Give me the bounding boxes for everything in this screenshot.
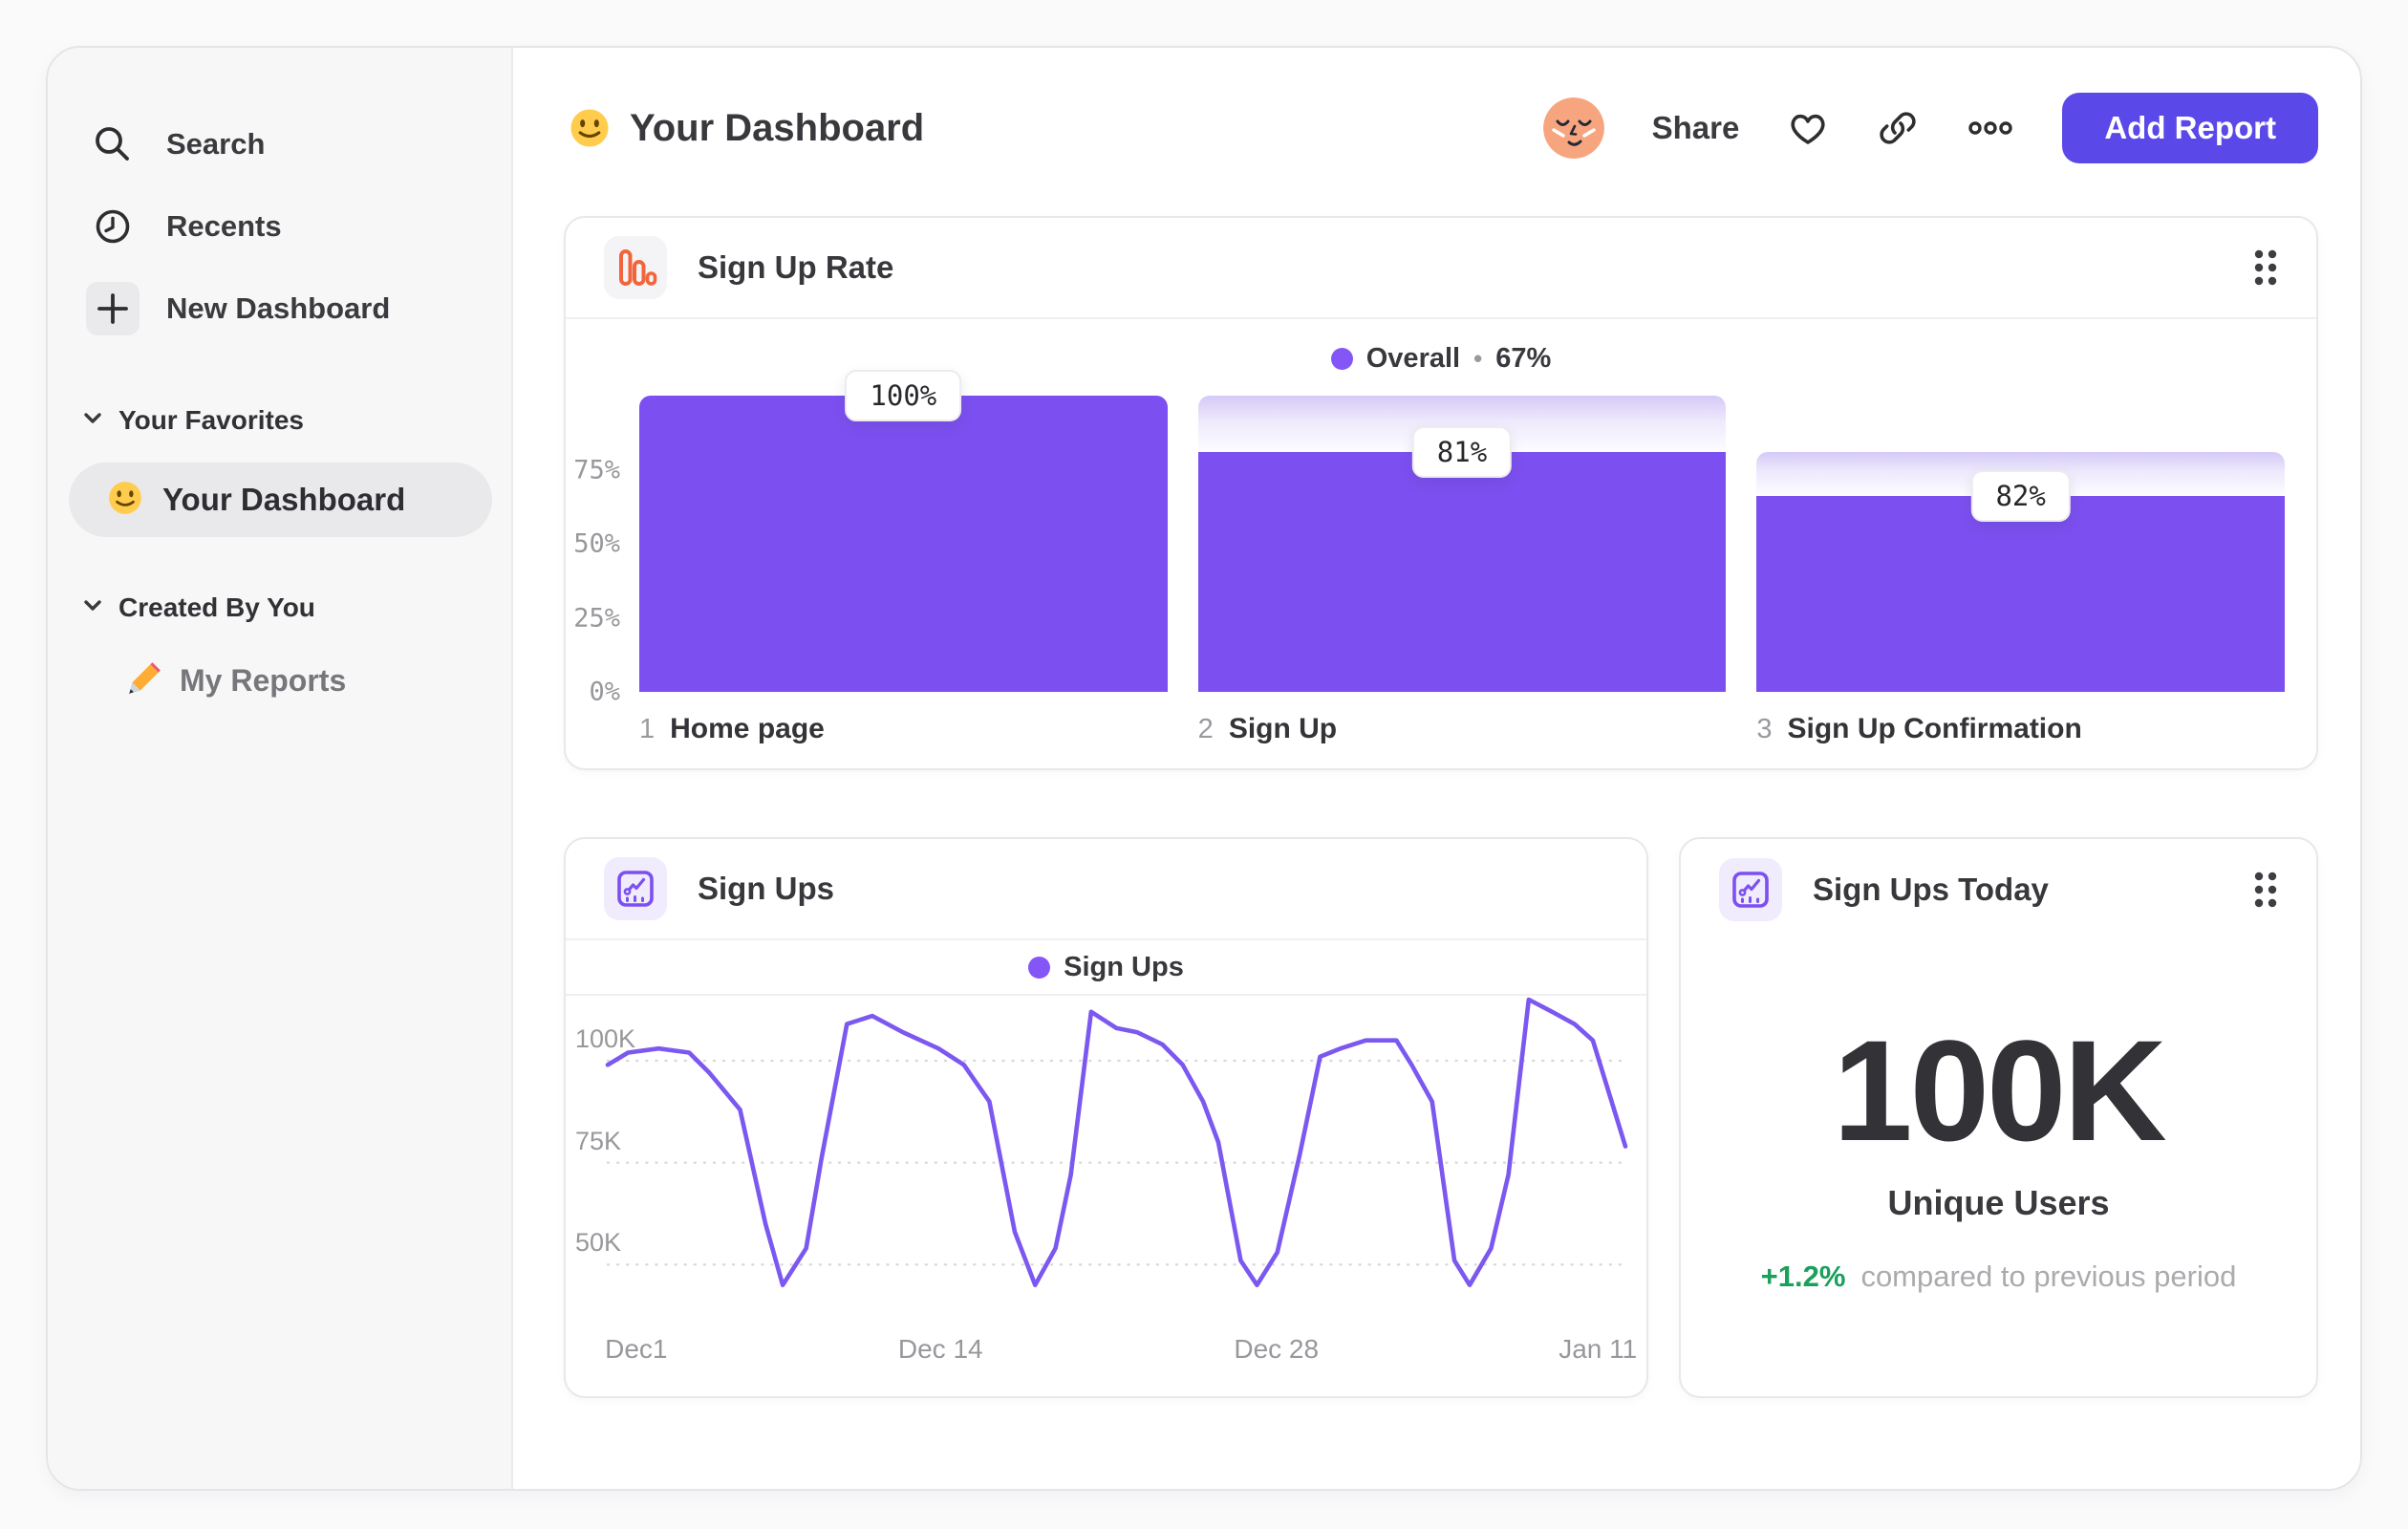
- sidebar-section-created-by-you[interactable]: Created By You: [82, 587, 492, 629]
- funnel-value-tooltip: 82%: [1970, 470, 2071, 523]
- dashboard-header: Your Dashboard Share Add Report: [569, 90, 2318, 166]
- step-number: 3: [1756, 714, 1773, 744]
- step-number: 2: [1197, 714, 1214, 744]
- x-axis-tick: Dec 14: [897, 1334, 983, 1364]
- main-content: Your Dashboard Share Add Report Sign Up …: [513, 48, 2360, 1489]
- funnel-step-label: 2 Sign Up: [1198, 713, 1727, 745]
- metric-body: 100K Unique Users +1.2% compared to prev…: [1681, 940, 2316, 1294]
- section-title: Your Favorites: [118, 405, 304, 435]
- step-name: Sign Up Confirmation: [1787, 713, 2082, 744]
- favorite-heart-icon[interactable]: [1787, 108, 1829, 148]
- sign-up-rate-card: Sign Up Rate Overall • 67% 75% 50% 25% 0…: [564, 216, 2318, 770]
- sidebar-item-my-reports[interactable]: My Reports: [126, 654, 492, 707]
- legend-value: 67%: [1495, 342, 1552, 374]
- legend-dot: [1330, 347, 1353, 370]
- step-name: Home page: [670, 713, 825, 744]
- funnel-bar-solid: [1197, 451, 1727, 692]
- user-avatar[interactable]: [1542, 97, 1604, 159]
- sidebar-item-recents[interactable]: Recents: [69, 185, 492, 268]
- drag-handle-icon[interactable]: [2253, 248, 2278, 287]
- dashboard-row-2: Sign Ups Sign Ups 100K 75K 50K Dec1 Dec …: [564, 837, 2318, 1398]
- smiley-emoji-icon: [107, 480, 143, 521]
- sidebar-item-label: Recents: [166, 209, 282, 243]
- metric-label: Unique Users: [1887, 1183, 2110, 1222]
- sidebar-item-label: Your Dashboard: [162, 482, 406, 517]
- card-header: Sign Ups: [566, 839, 1646, 940]
- smiley-emoji-icon: [569, 107, 611, 149]
- page-title: Your Dashboard: [630, 106, 925, 149]
- chevron-down-icon: [82, 598, 103, 618]
- sidebar-item-label: My Reports: [180, 662, 347, 698]
- signups-line-svg: [605, 997, 1628, 1288]
- header-actions: Share Add Report: [1542, 93, 2318, 163]
- legend-separator: •: [1473, 343, 1483, 373]
- x-axis-tick: Dec1: [605, 1334, 668, 1364]
- y-axis-tick: 75%: [573, 455, 620, 485]
- funnel-bar-solid: [639, 396, 1168, 692]
- sidebar-item-your-dashboard[interactable]: Your Dashboard: [69, 463, 492, 537]
- card-header: Sign Ups Today: [1681, 839, 2316, 940]
- app-window: Search Recents New Dashboard Your Favori…: [46, 46, 2362, 1491]
- sidebar-item-label: Search: [166, 127, 266, 161]
- card-title: Sign Ups: [698, 871, 835, 906]
- step-number: 1: [639, 714, 656, 744]
- plus-icon: [86, 282, 140, 335]
- sign-ups-line-chart: 100K 75K 50K: [575, 996, 1628, 1311]
- card-title: Sign Up Rate: [698, 249, 894, 285]
- card-title: Sign Ups Today: [1813, 872, 2049, 907]
- sidebar-section-your-favorites[interactable]: Your Favorites: [82, 399, 492, 441]
- y-axis-tick: 25%: [573, 603, 620, 633]
- share-button[interactable]: Share: [1652, 110, 1740, 146]
- x-axis-tick: Dec 28: [1234, 1334, 1320, 1364]
- step-name: Sign Up: [1228, 713, 1338, 744]
- funnel-bar-sign-up-confirmation: 82%: [1756, 396, 2286, 692]
- funnel-value-tooltip: 81%: [1411, 425, 1513, 478]
- legend-label: Sign Ups: [1064, 951, 1184, 982]
- clock-icon: [86, 200, 140, 253]
- funnel-chart: 75% 50% 25% 0% 100% 81% 82%: [573, 370, 2286, 707]
- y-axis-tick: 0%: [589, 677, 620, 707]
- metric-delta-row: +1.2% compared to previous period: [1761, 1260, 2237, 1294]
- sidebar-item-new-dashboard[interactable]: New Dashboard: [69, 268, 492, 350]
- add-report-button[interactable]: Add Report: [2062, 93, 2318, 163]
- funnel-value-tooltip: 100%: [845, 370, 962, 421]
- chevron-down-icon: [82, 411, 103, 431]
- funnel-step-label: 1 Home page: [639, 713, 1168, 745]
- sidebar-item-search[interactable]: Search: [69, 103, 492, 185]
- metric-value: 100K: [1833, 1010, 2167, 1171]
- sidebar-item-label: New Dashboard: [166, 291, 391, 325]
- sign-ups-today-card: Sign Ups Today 100K Unique Users +1.2% c…: [1679, 837, 2318, 1398]
- pencil-emoji-icon: [126, 660, 162, 701]
- line-chart-icon: [604, 857, 667, 920]
- line-chart-icon: [1719, 858, 1782, 921]
- line-x-axis: Dec1 Dec 14 Dec 28 Jan 11: [605, 1334, 1637, 1370]
- legend-dot: [1028, 956, 1051, 979]
- delta-note: compared to previous period: [1860, 1260, 2237, 1293]
- screen: Search Recents New Dashboard Your Favori…: [0, 0, 2408, 1529]
- sign-ups-card: Sign Ups Sign Ups 100K 75K 50K Dec1 Dec …: [564, 837, 1648, 1398]
- x-axis-tick: Jan 11: [1559, 1334, 1638, 1364]
- legend-label: Overall: [1365, 342, 1461, 374]
- funnel-bar-sign-up: 81%: [1197, 396, 1727, 692]
- funnel-x-axis: 1 Home page 2 Sign Up 3 Sign Up Confirma…: [639, 713, 2285, 745]
- funnel-step-label: 3 Sign Up Confirmation: [1756, 713, 2285, 745]
- search-icon: [86, 118, 140, 171]
- sidebar: Search Recents New Dashboard Your Favori…: [48, 48, 513, 1489]
- funnel-chart-icon: [604, 236, 667, 299]
- drag-handle-icon[interactable]: [2253, 871, 2278, 909]
- copy-link-icon[interactable]: [1877, 107, 1919, 149]
- card-header: Sign Up Rate: [566, 218, 2316, 319]
- funnel-bar-solid: [1756, 496, 2286, 692]
- more-options-icon[interactable]: [1967, 119, 2014, 137]
- y-axis-tick: 50%: [573, 528, 620, 559]
- funnel-legend: Overall • 67%: [566, 336, 2316, 380]
- line-legend: Sign Ups: [566, 940, 1646, 996]
- funnel-bar-home-page: 100%: [639, 370, 1168, 692]
- section-title: Created By You: [118, 592, 315, 622]
- delta-badge: +1.2%: [1760, 1260, 1846, 1293]
